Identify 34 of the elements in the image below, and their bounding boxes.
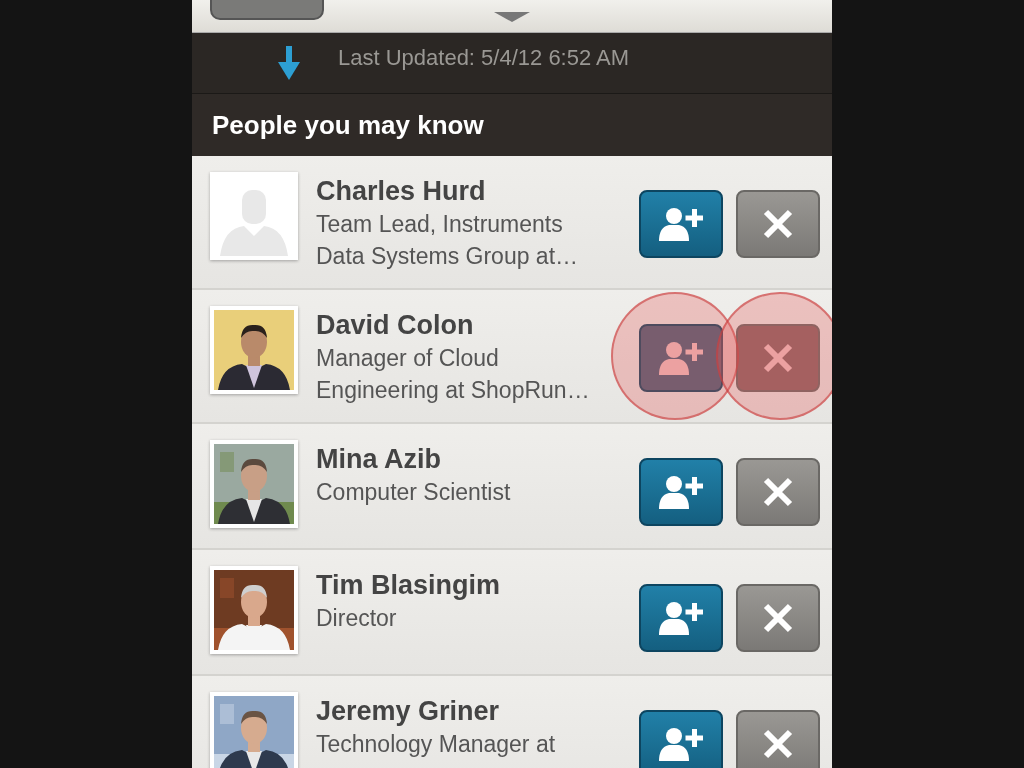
person-name: David Colon (316, 309, 475, 342)
job-title: Team Lead, Instruments (316, 210, 564, 239)
job-title: Manager of Cloud (316, 344, 500, 373)
close-icon (763, 477, 793, 507)
job-title: Computer Scientist (316, 478, 512, 507)
person-name: Tim Blasingim (316, 569, 502, 602)
job-title: Technology Manager at (316, 730, 557, 759)
person-name: Mina Azib (316, 443, 442, 476)
add-connection-button[interactable] (639, 190, 723, 258)
dismiss-button[interactable] (736, 190, 820, 258)
dropdown-arrow-icon[interactable] (494, 12, 530, 22)
add-person-icon (659, 207, 703, 241)
add-person-icon (659, 727, 703, 761)
close-icon (763, 603, 793, 633)
add-connection-button[interactable] (639, 710, 723, 768)
person-name: Jeremy Griner (316, 695, 501, 728)
close-icon (763, 729, 793, 759)
down-arrow-icon (278, 46, 300, 80)
add-person-icon (659, 475, 703, 509)
close-icon (763, 209, 793, 239)
job-title: Engineering at ShopRun… (316, 376, 591, 405)
section-title: People you may know (212, 109, 484, 141)
add-person-icon (659, 601, 703, 635)
dismiss-button[interactable] (736, 458, 820, 526)
add-connection-button[interactable] (639, 584, 723, 652)
add-person-icon (659, 341, 703, 375)
job-title: Data Systems Group at… (316, 242, 580, 271)
close-icon (763, 343, 793, 373)
dismiss-button[interactable] (736, 584, 820, 652)
dismiss-button[interactable] (736, 710, 820, 768)
person-name: Charles Hurd (316, 175, 487, 208)
last-updated-text: Last Updated: 5/4/12 6:52 AM (338, 45, 630, 71)
add-connection-button[interactable] (639, 458, 723, 526)
job-title: Director (316, 604, 398, 633)
